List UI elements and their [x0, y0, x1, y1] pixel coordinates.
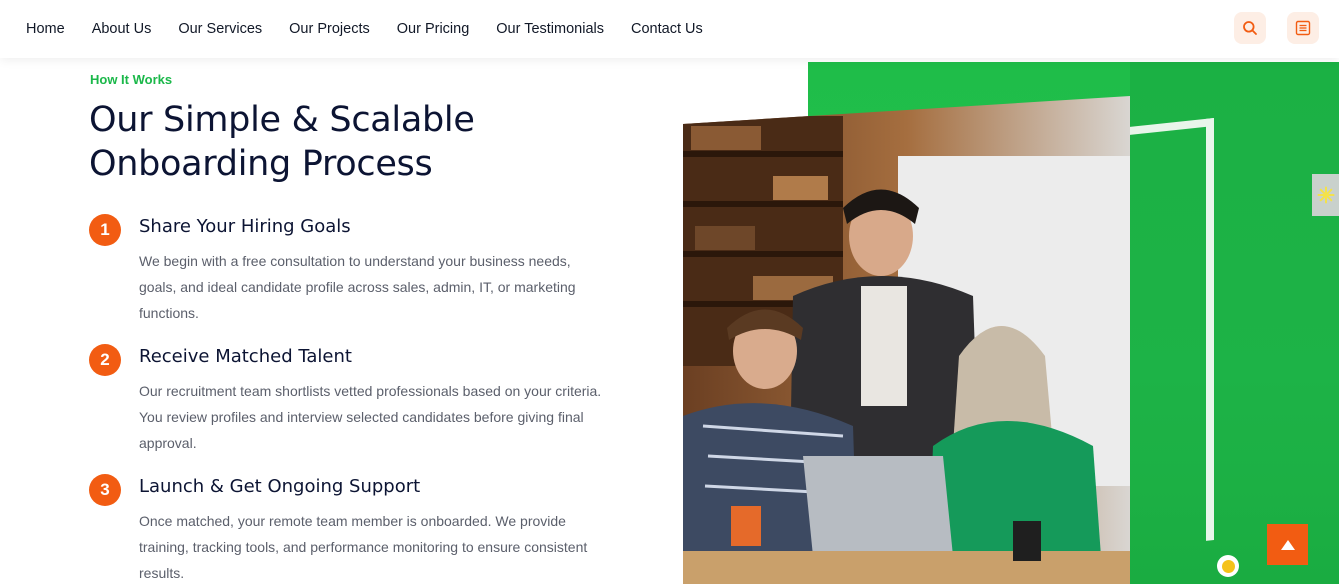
menu-button[interactable] [1287, 12, 1319, 44]
step-description: We begin with a free consultation to und… [139, 253, 576, 321]
status-dot-badge [1217, 555, 1239, 577]
arrow-up-icon [1280, 539, 1295, 550]
search-icon [1243, 21, 1257, 35]
settings-sun-icon [1317, 186, 1334, 204]
back-to-top-button[interactable] [1267, 524, 1308, 565]
side-settings-tab[interactable] [1312, 174, 1339, 216]
site-header: Home About Us Our Services Our Projects … [0, 0, 1339, 58]
step-title: Receive Matched Talent [139, 346, 352, 367]
nav-our-pricing[interactable]: Our Pricing [397, 21, 470, 37]
step-description: Our recruitment team shortlists vetted p… [139, 383, 602, 451]
decorative-frame [1130, 118, 1214, 549]
step-number-badge: 3 [89, 474, 121, 506]
nav-contact-us[interactable]: Contact Us [631, 21, 703, 37]
search-button[interactable] [1234, 12, 1266, 44]
nav-home[interactable]: Home [26, 21, 65, 37]
step-description: Once matched, your remote team member is… [139, 513, 588, 581]
nav-our-testimonials[interactable]: Our Testimonials [496, 21, 604, 37]
step-title: Share Your Hiring Goals [139, 216, 351, 237]
section-title: Our Simple & Scalable Onboarding Process [89, 100, 475, 184]
menu-list-icon [1295, 20, 1311, 36]
team-photo [683, 96, 1130, 584]
nav-about-us[interactable]: About Us [92, 21, 152, 37]
step-number-badge: 1 [89, 214, 121, 246]
status-dot-icon [1221, 559, 1235, 573]
nav-our-projects[interactable]: Our Projects [289, 21, 370, 37]
main-nav: Home About Us Our Services Our Projects … [26, 0, 730, 58]
nav-our-services[interactable]: Our Services [178, 21, 262, 37]
section-eyebrow: How It Works [90, 72, 173, 87]
step-title: Launch & Get Ongoing Support [139, 476, 421, 497]
step-number-badge: 2 [89, 344, 121, 376]
